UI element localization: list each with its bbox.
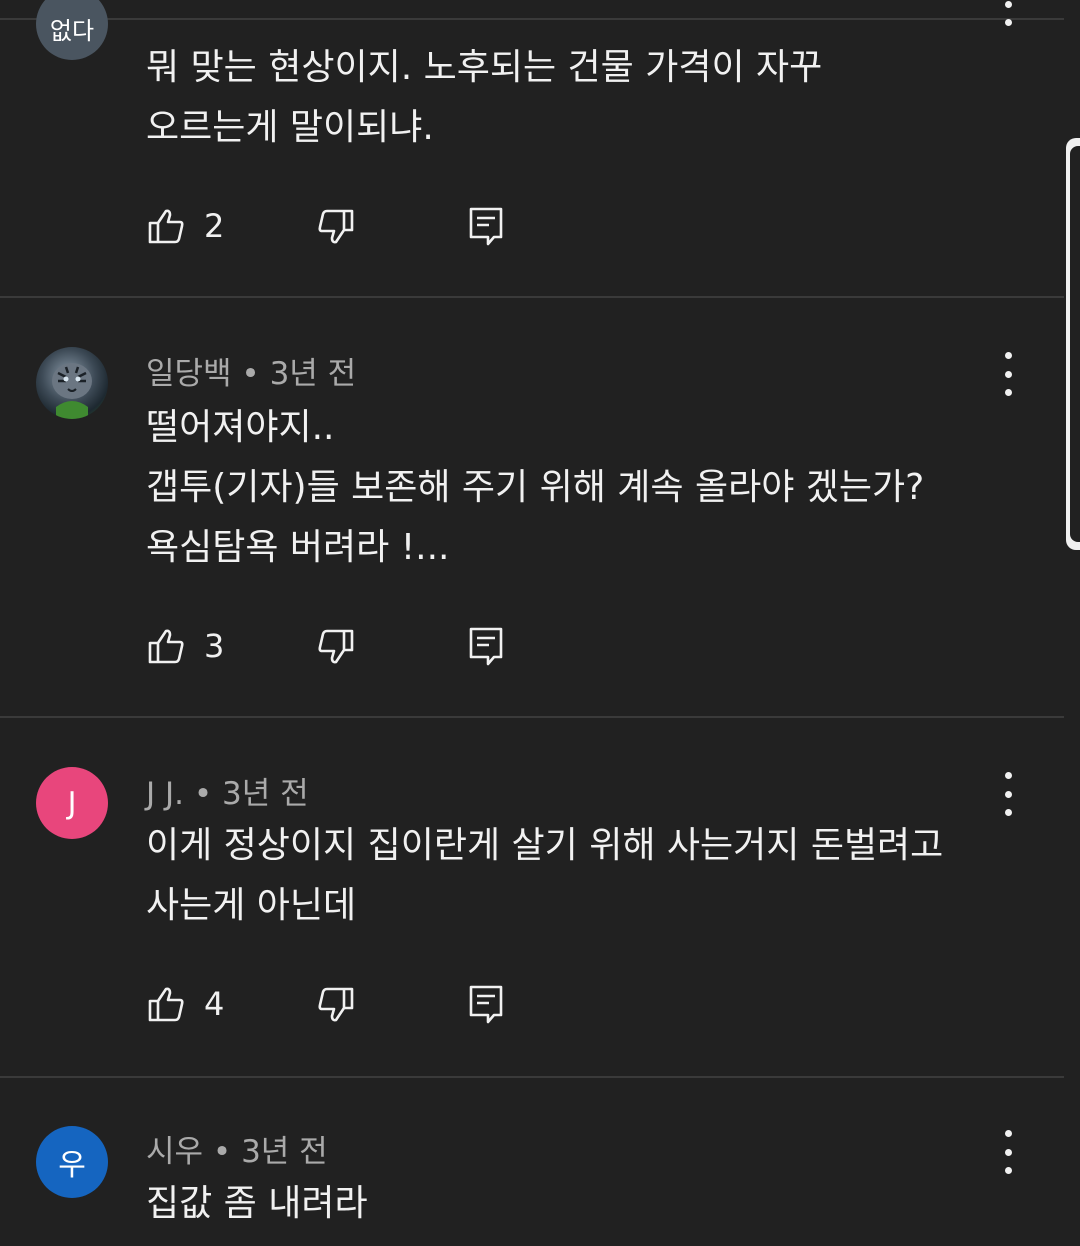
- scrollbar-track: [1070, 146, 1080, 542]
- author-name[interactable]: 시우: [146, 1134, 203, 1170]
- comment-actions: 3: [146, 624, 526, 668]
- dislike-button[interactable]: [316, 624, 356, 668]
- comment-text: 이게 정상이지 집이란게 살기 위해 사는거지 돈벌려고 사는게 아닌데: [146, 825, 944, 926]
- like-count: 3: [204, 627, 225, 665]
- author-name[interactable]: 일당백: [146, 356, 232, 392]
- comment-text: 집값 좀 내려라: [146, 1183, 368, 1224]
- divider: [0, 18, 1064, 20]
- like-button[interactable]: 2: [146, 204, 224, 248]
- comment-text: 떨어져야지.. 갭투(기자)들 보존해 주기 위해 계속 올라야 겠는가? 욕심…: [146, 407, 925, 568]
- author-name[interactable]: J J.: [146, 776, 184, 812]
- avatar[interactable]: 없다: [36, 0, 108, 60]
- comment-meta: 일당백 • 3년 전: [146, 348, 356, 393]
- divider: [0, 296, 1064, 298]
- like-count: 4: [204, 985, 225, 1023]
- reply-button[interactable]: [468, 982, 504, 1026]
- more-vertical-icon[interactable]: [996, 1130, 1020, 1174]
- reply-button[interactable]: [468, 204, 504, 248]
- comment-meta: J J. • 3년 전: [146, 768, 309, 813]
- thumbs-up-icon: [148, 987, 184, 1022]
- avatar[interactable]: 우: [36, 1126, 108, 1198]
- reply-comment-icon: [469, 985, 503, 1024]
- comment-text: 뭐 맞는 현상이지. 노후되는 건물 가격이 자꾸 오르는게 말이되냐.: [146, 47, 823, 148]
- reply-comment-icon: [469, 627, 503, 666]
- divider: [0, 716, 1064, 718]
- avatar-text: 우: [58, 1148, 86, 1183]
- avatar-text: 없다: [49, 16, 95, 45]
- tiger-avatar-image: [52, 363, 92, 419]
- thumbs-down-icon: [318, 629, 354, 664]
- meta-separator: •: [193, 776, 213, 812]
- avatar[interactable]: [36, 347, 108, 419]
- reply-button[interactable]: [468, 624, 504, 668]
- comment-time: 3년 전: [241, 1134, 328, 1170]
- meta-separator: •: [212, 1134, 232, 1170]
- comment-time: 3년 전: [269, 356, 357, 392]
- reply-comment-icon: [469, 207, 503, 246]
- more-vertical-icon[interactable]: [996, 772, 1020, 816]
- like-button[interactable]: 3: [146, 624, 224, 668]
- like-button[interactable]: 4: [146, 982, 224, 1026]
- avatar-text: J: [67, 785, 77, 821]
- more-vertical-icon[interactable]: [996, 0, 1020, 26]
- comment-actions: 4: [146, 982, 526, 1026]
- thumbs-up-icon: [148, 629, 184, 664]
- like-count: 2: [204, 207, 225, 245]
- comment-meta: 시우 • 3년 전: [146, 1126, 328, 1171]
- avatar[interactable]: J: [36, 767, 108, 839]
- thumbs-down-icon: [318, 987, 354, 1022]
- more-vertical-icon[interactable]: [996, 352, 1020, 396]
- comment-time: 3년 전: [222, 776, 309, 812]
- thumbs-up-icon: [148, 209, 184, 244]
- divider: [0, 1076, 1064, 1078]
- thumbs-down-icon: [318, 209, 354, 244]
- comment-actions: 2: [146, 204, 526, 248]
- meta-separator: •: [241, 356, 260, 392]
- dislike-button[interactable]: [316, 982, 356, 1026]
- dislike-button[interactable]: [316, 204, 356, 248]
